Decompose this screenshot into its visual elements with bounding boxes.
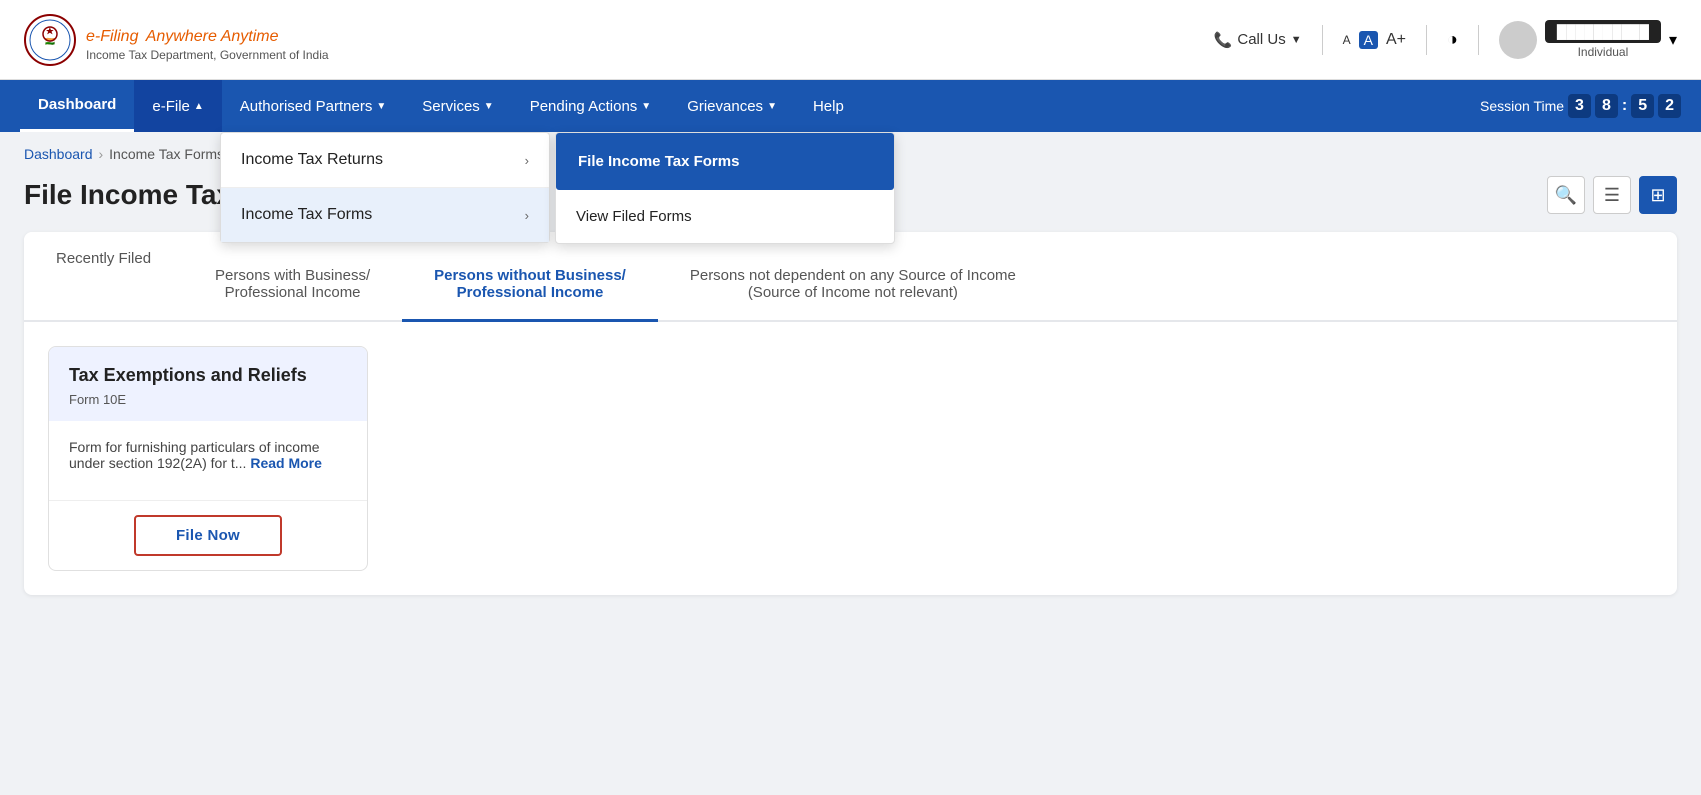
nav-services[interactable]: Services ▼ xyxy=(404,80,511,132)
dropdown-itr-arrow: › xyxy=(525,153,529,168)
nav-authorised-partners[interactable]: Authorised Partners ▼ xyxy=(222,80,404,132)
nav-services-arrow: ▼ xyxy=(484,101,494,112)
breadcrumb-dashboard[interactable]: Dashboard xyxy=(24,146,93,162)
search-button[interactable]: 🔍 xyxy=(1547,176,1585,214)
font-medium-button[interactable]: A xyxy=(1359,31,1378,49)
nav-authorised-partners-label: Authorised Partners xyxy=(240,98,373,115)
breadcrumb-current: Income Tax Forms xyxy=(109,146,224,162)
file-now-button[interactable]: File Now xyxy=(134,515,282,556)
user-type: Individual xyxy=(1545,45,1661,59)
nav-grievances[interactable]: Grievances ▼ xyxy=(669,80,795,132)
header-right: 📞 Call Us ▼ A A A+ ◑ ██████████ Individu… xyxy=(1214,20,1677,59)
form-card-body: Form for furnishing particulars of incom… xyxy=(49,421,367,501)
nav-pending-actions-arrow: ▼ xyxy=(641,101,651,112)
nav-help[interactable]: Help xyxy=(795,80,862,132)
font-large-button[interactable]: A+ xyxy=(1386,31,1406,49)
form-card-10e: Tax Exemptions and Reliefs Form 10E Form… xyxy=(48,346,368,571)
view-controls: 🔍 ☰ ⊞ xyxy=(1547,176,1677,214)
top-header: 🇮🇳 e-Filing Anywhere Anytime Income Tax … xyxy=(0,0,1701,80)
nav-efile-arrow: ▲ xyxy=(194,101,204,112)
dropdown-income-tax-returns[interactable]: Income Tax Returns › xyxy=(221,133,549,188)
nav-pending-actions-label: Pending Actions xyxy=(530,98,638,115)
form-card-subtitle: Form 10E xyxy=(69,392,347,407)
main-nav: Dashboard e-File ▲ Authorised Partners ▼… xyxy=(0,80,1701,132)
timer-d3: 5 xyxy=(1631,94,1654,118)
logo-text: e-Filing Anywhere Anytime Income Tax Dep… xyxy=(86,17,329,62)
breadcrumb-sep: › xyxy=(99,146,104,162)
nav-services-label: Services xyxy=(422,98,480,115)
logo-area: 🇮🇳 e-Filing Anywhere Anytime Income Tax … xyxy=(24,14,329,66)
nav-pending-actions[interactable]: Pending Actions ▼ xyxy=(512,80,669,132)
logo-title: e-Filing Anywhere Anytime xyxy=(86,17,329,48)
emblem-icon: 🇮🇳 xyxy=(24,14,76,66)
contrast-button[interactable]: ◑ xyxy=(1447,29,1458,50)
timer-d1: 3 xyxy=(1568,94,1591,118)
read-more-link[interactable]: Read More xyxy=(250,455,322,471)
logo-subtitle: Income Tax Department, Government of Ind… xyxy=(86,48,329,62)
form-card-footer: File Now xyxy=(49,501,367,570)
form-card-header: Tax Exemptions and Reliefs Form 10E xyxy=(49,347,367,421)
tab-business-income-label: Persons with Business/ Professional Inco… xyxy=(215,267,370,301)
nav-grievances-label: Grievances xyxy=(687,98,763,115)
timer-d2: 8 xyxy=(1595,94,1618,118)
dropdown-itf-arrow: › xyxy=(525,208,529,223)
sub-file-label: File Income Tax Forms xyxy=(578,153,739,170)
font-controls: A A A+ xyxy=(1343,31,1406,49)
logo-tagline: Anywhere Anytime xyxy=(146,28,279,45)
tab-recently-filed-label: Recently Filed xyxy=(56,250,151,267)
dropdown-itr-label: Income Tax Returns xyxy=(241,151,383,169)
user-avatar xyxy=(1499,21,1537,59)
nav-dashboard[interactable]: Dashboard xyxy=(20,80,134,132)
grid-view-button[interactable]: ⊞ xyxy=(1639,176,1677,214)
timer-d4: 2 xyxy=(1658,94,1681,118)
timer-sep1: : xyxy=(1622,97,1627,115)
nav-dashboard-label: Dashboard xyxy=(38,96,116,113)
session-timer: Session Time 3 8 : 5 2 xyxy=(1480,94,1681,118)
divider-1 xyxy=(1322,25,1323,55)
nav-authorised-partners-arrow: ▼ xyxy=(376,101,386,112)
nav-efile-label: e-File xyxy=(152,98,190,115)
user-name-box: ██████████ Individual xyxy=(1545,20,1661,59)
dropdown-income-tax-forms[interactable]: Income Tax Forms › xyxy=(221,188,549,242)
sub-view-filed-forms[interactable]: View Filed Forms xyxy=(556,190,894,243)
tab-recently-filed[interactable]: Recently Filed xyxy=(24,232,183,322)
sub-file-income-tax-forms[interactable]: File Income Tax Forms xyxy=(556,133,894,190)
user-area: ██████████ Individual ▾ xyxy=(1499,20,1677,59)
tab-without-business-label: Persons without Business/ Professional I… xyxy=(434,267,626,301)
sub-view-label: View Filed Forms xyxy=(576,208,692,225)
sub-dropdown: File Income Tax Forms View Filed Forms xyxy=(555,132,895,244)
dropdown-itf-label: Income Tax Forms xyxy=(241,206,372,224)
efile-dropdown: Income Tax Returns › Income Tax Forms › xyxy=(220,132,550,243)
list-view-button[interactable]: ☰ xyxy=(1593,176,1631,214)
tab-without-business[interactable]: Persons without Business/ Professional I… xyxy=(402,232,658,322)
tab-business-income[interactable]: Persons with Business/ Professional Inco… xyxy=(183,232,402,322)
tabs-row: Recently Filed Persons with Business/ Pr… xyxy=(24,232,1677,322)
divider-2 xyxy=(1426,25,1427,55)
form-card-title: Tax Exemptions and Reliefs xyxy=(69,365,347,386)
user-name: ██████████ xyxy=(1545,20,1661,43)
session-label: Session Time xyxy=(1480,98,1564,114)
tab-not-dependent-label: Persons not dependent on any Source of I… xyxy=(690,267,1016,301)
nav-grievances-arrow: ▼ xyxy=(767,101,777,112)
forms-grid: Tax Exemptions and Reliefs Form 10E Form… xyxy=(24,322,1677,595)
tab-not-dependent[interactable]: Persons not dependent on any Source of I… xyxy=(658,232,1048,322)
divider-3 xyxy=(1478,25,1479,55)
phone-icon: 📞 xyxy=(1214,31,1233,49)
call-us-label: Call Us xyxy=(1237,31,1285,48)
call-us-button[interactable]: 📞 Call Us ▼ xyxy=(1214,31,1302,49)
call-us-arrow: ▼ xyxy=(1291,34,1302,46)
font-small-button[interactable]: A xyxy=(1343,33,1351,47)
nav-efile[interactable]: e-File ▲ xyxy=(134,80,221,132)
nav-help-label: Help xyxy=(813,98,844,115)
content-card: Recently Filed Persons with Business/ Pr… xyxy=(24,232,1677,595)
logo-title-text: e-Filing xyxy=(86,28,138,45)
user-dropdown-arrow[interactable]: ▾ xyxy=(1669,30,1677,50)
